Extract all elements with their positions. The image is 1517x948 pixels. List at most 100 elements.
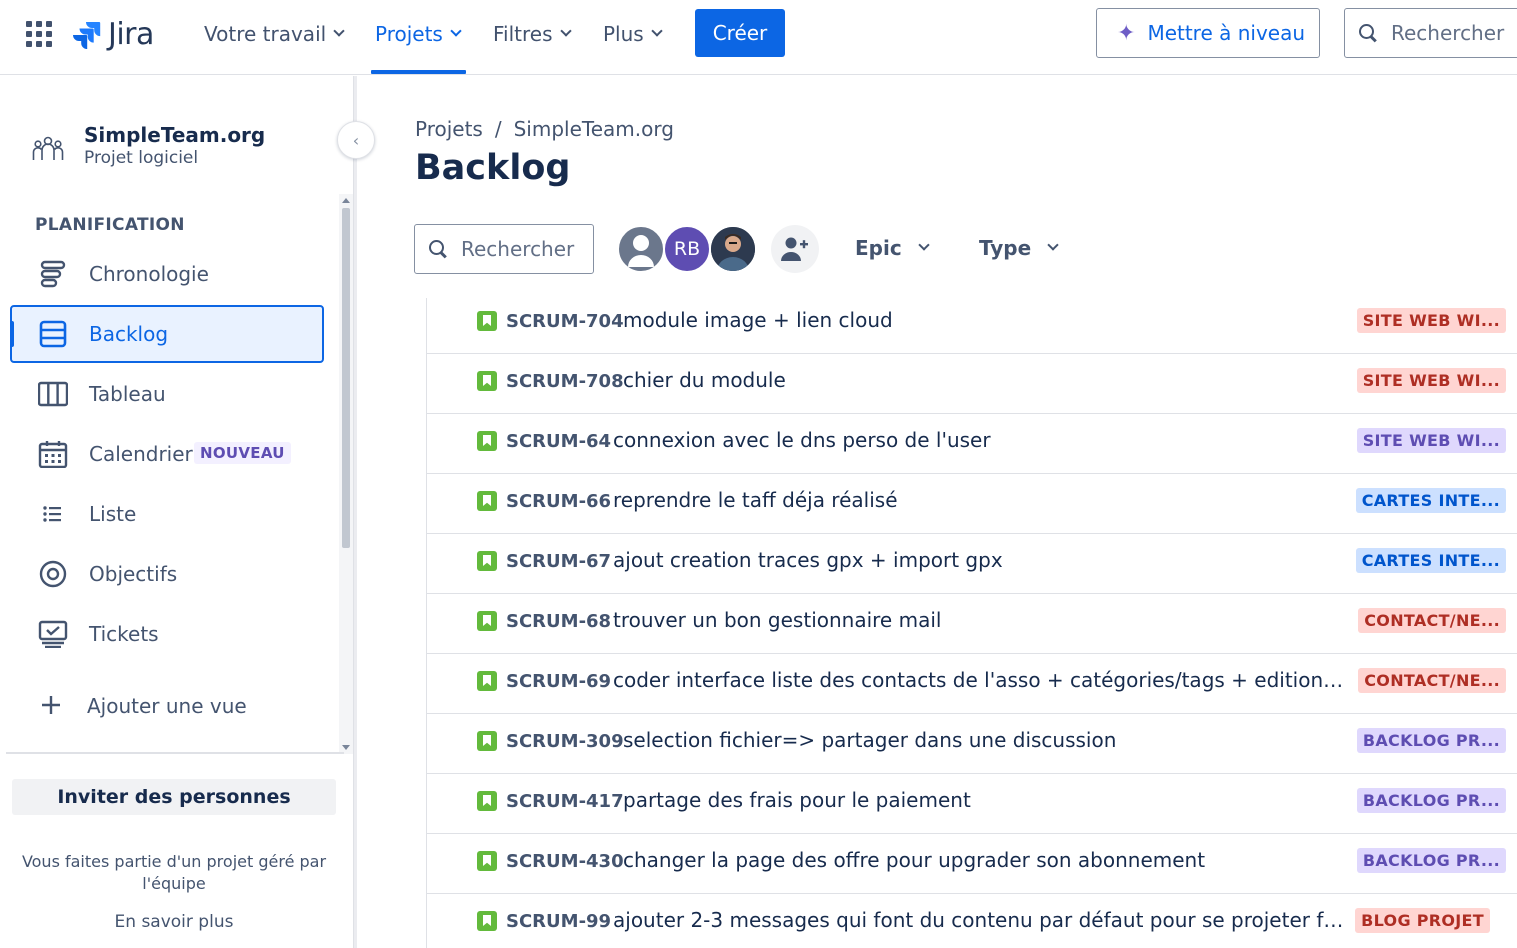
sidebar-scroll-thumb[interactable] [342,208,350,548]
issue-key[interactable]: SCRUM-69 [506,671,611,692]
issue-summary[interactable]: chier du module [623,368,1347,392]
sidebar-resize-handle[interactable] [354,76,357,948]
epic-lozenge[interactable]: BACKLOG PR... [1356,728,1506,753]
issue-summary[interactable]: reprendre le taff déja réalisé [613,488,1347,512]
upgrade-button[interactable]: ✦ Mettre à niveau [1096,8,1320,58]
sidebar-item-tickets[interactable]: Tickets [10,605,324,663]
user-icon [628,235,654,267]
sparkle-icon: ✦ [1117,20,1136,46]
chevron-left-icon: ‹ [352,130,360,150]
epic-filter-label: Epic [855,236,902,260]
issue-row[interactable]: SCRUM-64 connexion avec le dns perso de l… [427,414,1517,474]
team-managed-notice: Vous faites partie d'un projet géré par … [21,852,327,893]
issue-key[interactable]: SCRUM-99 [506,911,611,932]
epic-lozenge[interactable]: SITE WEB WI... [1356,368,1506,393]
story-icon [477,491,497,511]
learn-more-link[interactable]: En savoir plus [12,912,336,932]
epic-lozenge[interactable]: SITE WEB WI... [1356,428,1506,453]
epic-lozenge[interactable]: CONTACT/NE... [1358,668,1506,693]
type-filter[interactable]: Type [979,236,1059,260]
issue-key[interactable]: SCRUM-66 [506,491,611,512]
issue-row[interactable]: SCRUM-430 changer la page des offre pour … [427,834,1517,894]
story-icon [477,311,497,331]
scroll-up-arrow-icon[interactable] [342,198,350,203]
issue-summary[interactable]: coder interface liste des contacts de l'… [613,668,1347,692]
nav-more[interactable]: Plus [603,20,663,48]
add-people-button[interactable] [771,225,819,273]
issue-row[interactable]: SCRUM-66 reprendre le taff déja réalisé CA… [427,474,1517,534]
global-search-input[interactable]: Rechercher [1344,8,1517,58]
issue-row[interactable]: SCRUM-708 chier du module SITE WEB WI... [427,354,1517,414]
issue-summary[interactable]: trouver un bon gestionnaire mail [613,608,1347,632]
chevron-down-icon [333,25,345,37]
issue-key[interactable]: SCRUM-417 [506,791,624,812]
issue-row[interactable]: SCRUM-704 module image + lien cloud SITE W… [427,294,1517,354]
sidebar-item-list[interactable]: Liste [10,485,324,543]
story-icon [477,611,497,631]
backlog-search-input[interactable]: Rechercher [414,224,594,274]
issue-row[interactable]: SCRUM-309 selection fichier=> partager da… [427,714,1517,774]
collapse-sidebar-button[interactable]: ‹ [337,121,375,159]
create-button[interactable]: Créer [695,9,785,57]
sidebar-item-board[interactable]: Tableau [10,365,324,423]
story-icon [477,551,497,571]
issue-summary[interactable]: selection fichier=> partager dans une di… [623,728,1347,752]
jira-logo[interactable]: Jira [72,17,154,52]
nav-your-work-label: Votre travail [204,22,327,46]
sidebar-scrollbar[interactable] [339,194,353,754]
issue-summary[interactable]: partage des frais pour le paiement [623,788,1347,812]
issue-summary[interactable]: module image + lien cloud [623,308,1347,332]
issue-key[interactable]: SCRUM-708 [506,371,624,392]
epic-lozenge[interactable]: CARTES INTE... [1355,488,1506,513]
issue-row[interactable]: SCRUM-68 trouver un bon gestionnaire mail… [427,594,1517,654]
breadcrumb-project[interactable]: SimpleTeam.org [514,117,674,141]
breadcrumb-projects[interactable]: Projets [415,117,483,141]
issue-row[interactable]: SCRUM-67 ajout creation traces gpx + impo… [427,534,1517,594]
avatar-photo[interactable] [709,225,757,273]
upgrade-label: Mettre à niveau [1147,21,1306,45]
epic-lozenge[interactable]: CARTES INTE... [1355,548,1506,573]
story-icon [477,671,497,691]
issue-key[interactable]: SCRUM-64 [506,431,611,452]
issue-key[interactable]: SCRUM-68 [506,611,611,632]
epic-lozenge[interactable]: BLOG PROJET [1355,908,1490,933]
app-switcher-icon[interactable] [26,21,52,47]
issue-key[interactable]: SCRUM-704 [506,311,624,332]
nav-filters[interactable]: Filtres [493,20,572,48]
issue-row[interactable]: SCRUM-99 ajouter 2-3 messages qui font du… [427,894,1517,948]
issue-row[interactable]: SCRUM-69 coder interface liste des contac… [427,654,1517,714]
avatar-default[interactable] [617,225,665,273]
plus-icon [42,696,60,714]
epic-lozenge[interactable]: SITE WEB WI... [1356,308,1506,333]
issue-key[interactable]: SCRUM-67 [506,551,611,572]
sidebar-item-backlog[interactable]: Backlog [10,305,324,363]
epic-lozenge[interactable]: BACKLOG PR... [1356,788,1506,813]
nav-more-label: Plus [603,22,644,46]
issue-summary[interactable]: ajout creation traces gpx + import gpx [613,548,1347,572]
issue-key[interactable]: SCRUM-309 [506,731,624,752]
issue-key[interactable]: SCRUM-430 [506,851,624,872]
issue-summary[interactable]: changer la page des offre pour upgrader … [623,848,1347,872]
scroll-down-arrow-icon[interactable] [342,745,350,750]
sidebar-item-timeline[interactable]: Chronologie [10,245,324,303]
sidebar-item-goals-label: Objectifs [89,562,178,586]
backlog-issue-list: SCRUM-704 module image + lien cloud SITE W… [426,298,1517,948]
epic-lozenge[interactable]: BACKLOG PR... [1356,848,1506,873]
issue-row[interactable]: SCRUM-417 partage des frais pour le paiem… [427,774,1517,834]
tickets-icon [38,620,68,648]
global-search-placeholder: Rechercher [1391,21,1505,45]
story-icon [477,371,497,391]
issue-summary[interactable]: ajouter 2-3 messages qui font du contenu… [613,908,1347,932]
epic-lozenge[interactable]: CONTACT/NE... [1358,608,1506,633]
story-icon [477,851,497,871]
nav-your-work[interactable]: Votre travail [204,20,345,48]
sidebar-item-goals[interactable]: Objectifs [10,545,324,603]
epic-filter[interactable]: Epic [855,236,930,260]
add-view-button[interactable]: Ajouter une vue [10,677,324,735]
avatar-rb[interactable]: RB [663,225,711,273]
invite-people-button[interactable]: Inviter des personnes [12,779,336,815]
sidebar-item-calendar[interactable]: Calendrier NOUVEAU [10,425,324,483]
nav-projects[interactable]: Projets [375,20,462,48]
avatar-initials: RB [673,238,701,260]
issue-summary[interactable]: connexion avec le dns perso de l'user [613,428,1347,452]
